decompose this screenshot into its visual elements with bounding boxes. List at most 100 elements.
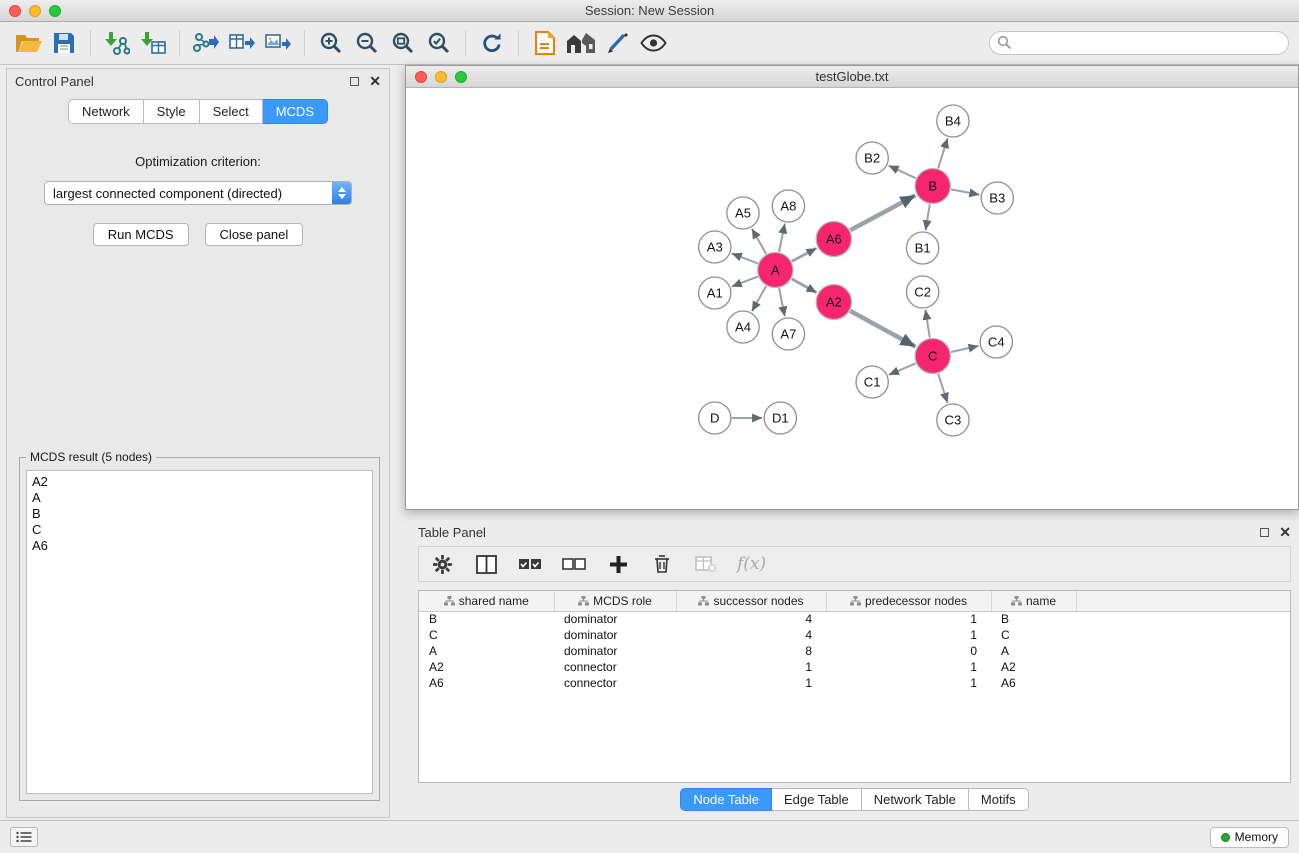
close-panel-icon[interactable]: ✕ <box>369 76 381 86</box>
first-neighbors-button[interactable] <box>527 26 563 60</box>
network-edge-A-A8[interactable] <box>779 224 785 252</box>
deselect-all-button[interactable] <box>561 551 587 577</box>
cell-mcds_role[interactable]: connector <box>554 675 676 691</box>
run-mcds-button[interactable]: Run MCDS <box>93 223 189 246</box>
zoom-out-button[interactable] <box>349 26 385 60</box>
network-node-B4[interactable]: B4 <box>937 105 969 137</box>
table-row-B[interactable]: Bdominator41B <box>419 611 1290 627</box>
network-edge-B-B3[interactable] <box>951 189 979 194</box>
network-node-A4[interactable]: A4 <box>727 311 759 343</box>
column-header-name[interactable]: name <box>991 591 1076 611</box>
zoom-fit-button[interactable] <box>385 26 421 60</box>
network-edge-A-A2[interactable] <box>792 279 817 293</box>
cell-predecessors[interactable]: 1 <box>826 611 991 627</box>
cell-predecessors[interactable]: 1 <box>826 659 991 675</box>
network-node-C4[interactable]: C4 <box>980 326 1012 358</box>
tab-mcds[interactable]: MCDS <box>263 99 328 124</box>
cell-mcds_role[interactable]: dominator <box>554 643 676 659</box>
network-node-C[interactable]: C <box>915 339 950 374</box>
network-node-B1[interactable]: B1 <box>906 232 938 264</box>
cell-shared_name[interactable]: A6 <box>419 675 554 691</box>
network-edge-C-C3[interactable] <box>938 374 947 403</box>
column-header-shared-name[interactable]: shared name <box>419 591 554 611</box>
network-edge-C-C2[interactable] <box>925 310 929 338</box>
cell-successors[interactable]: 4 <box>676 611 826 627</box>
network-node-C3[interactable]: C3 <box>937 404 969 436</box>
cell-shared_name[interactable]: B <box>419 611 554 627</box>
cell-successors[interactable]: 4 <box>676 627 826 643</box>
network-node-A[interactable]: A <box>758 253 793 288</box>
add-row-button[interactable] <box>605 551 631 577</box>
network-edge-A-A5[interactable] <box>752 229 766 254</box>
network-edge-A-A7[interactable] <box>779 288 785 316</box>
criterion-select[interactable]: largest connected component (directed) <box>44 181 352 205</box>
network-node-B[interactable]: B <box>915 169 950 204</box>
close-table-panel-icon[interactable]: ✕ <box>1279 527 1291 537</box>
float-panel-icon[interactable] <box>350 77 359 86</box>
network-edge-B-B2[interactable] <box>889 166 916 179</box>
zoom-selected-button[interactable] <box>421 26 457 60</box>
cell-predecessors[interactable]: 1 <box>826 675 991 691</box>
network-edge-A6-B[interactable] <box>850 195 915 230</box>
tab-node-table[interactable]: Node Table <box>680 788 772 811</box>
network-node-C2[interactable]: C2 <box>906 276 938 308</box>
mcds-result-list[interactable]: A2ABCA6 <box>26 470 373 794</box>
network-edge-A-A4[interactable] <box>752 286 766 311</box>
graphics-details-button[interactable] <box>599 26 635 60</box>
network-window-titlebar[interactable]: testGlobe.txt <box>406 66 1298 88</box>
save-session-button[interactable] <box>46 26 82 60</box>
network-edge-A2-C[interactable] <box>850 311 915 347</box>
cell-name[interactable]: A2 <box>991 659 1076 675</box>
network-node-B3[interactable]: B3 <box>981 182 1013 214</box>
cell-mcds_role[interactable]: dominator <box>554 611 676 627</box>
mcds-result-item[interactable]: A <box>32 490 367 506</box>
cell-successors[interactable]: 8 <box>676 643 826 659</box>
export-network-button[interactable] <box>188 26 224 60</box>
close-panel-button[interactable]: Close panel <box>205 223 304 246</box>
tab-network-table[interactable]: Network Table <box>862 788 969 811</box>
function-builder-button[interactable]: f(x) <box>737 554 766 574</box>
import-network-button[interactable] <box>99 26 135 60</box>
column-header-successor-nodes[interactable]: successor nodes <box>676 591 826 611</box>
network-node-A7[interactable]: A7 <box>772 318 804 350</box>
network-node-A8[interactable]: A8 <box>772 190 804 222</box>
column-header-MCDS-role[interactable]: MCDS role <box>554 591 676 611</box>
cell-shared_name[interactable]: A <box>419 643 554 659</box>
network-edge-A-A3[interactable] <box>732 253 758 263</box>
cell-predecessors[interactable]: 0 <box>826 643 991 659</box>
task-history-button[interactable] <box>10 827 38 847</box>
cell-name[interactable]: B <box>991 611 1076 627</box>
mcds-result-item[interactable]: B <box>32 506 367 522</box>
network-edge-A-A6[interactable] <box>792 248 817 261</box>
network-node-B2[interactable]: B2 <box>856 142 888 174</box>
node-table-container[interactable]: shared nameMCDS rolesuccessor nodesprede… <box>418 590 1291 783</box>
column-header-predecessor-nodes[interactable]: predecessor nodes <box>826 591 991 611</box>
tab-edge-table[interactable]: Edge Table <box>772 788 862 811</box>
select-all-button[interactable] <box>517 551 543 577</box>
memory-button[interactable]: Memory <box>1210 827 1289 848</box>
export-image-button[interactable] <box>260 26 296 60</box>
network-edge-A-A1[interactable] <box>732 277 758 287</box>
zoom-in-button[interactable] <box>313 26 349 60</box>
network-edge-B-B1[interactable] <box>926 204 930 230</box>
show-columns-button[interactable] <box>473 551 499 577</box>
cell-shared_name[interactable]: C <box>419 627 554 643</box>
import-table-button[interactable] <box>135 26 171 60</box>
network-node-A3[interactable]: A3 <box>699 231 731 263</box>
network-edge-C-C1[interactable] <box>889 363 916 374</box>
cell-shared_name[interactable]: A2 <box>419 659 554 675</box>
refresh-button[interactable] <box>474 26 510 60</box>
cell-name[interactable]: C <box>991 627 1076 643</box>
network-overview-button[interactable] <box>563 26 599 60</box>
show-hide-button[interactable] <box>635 26 671 60</box>
cell-mcds_role[interactable]: connector <box>554 659 676 675</box>
table-settings-button[interactable] <box>429 551 455 577</box>
tab-motifs[interactable]: Motifs <box>969 788 1029 811</box>
cell-successors[interactable]: 1 <box>676 675 826 691</box>
network-node-C1[interactable]: C1 <box>856 366 888 398</box>
network-node-A2[interactable]: A2 <box>816 285 851 320</box>
mcds-result-item[interactable]: A2 <box>32 474 367 490</box>
float-table-panel-icon[interactable] <box>1260 528 1269 537</box>
network-node-A5[interactable]: A5 <box>727 197 759 229</box>
table-row-A[interactable]: Adominator80A <box>419 643 1290 659</box>
